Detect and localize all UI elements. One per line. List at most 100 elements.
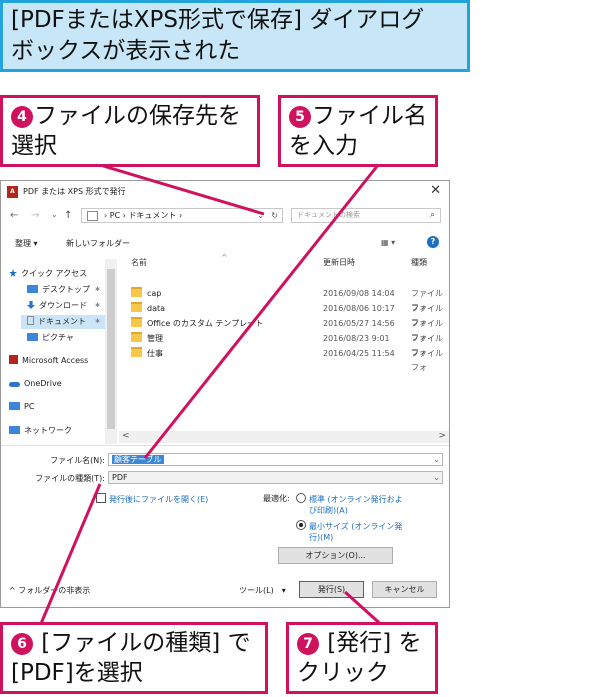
up-arrow-icon[interactable]: ↑ [64, 210, 72, 221]
checkbox[interactable] [96, 493, 106, 503]
pictures-icon [27, 333, 38, 341]
nav-documents[interactable]: ドキュメント ✱ [21, 315, 109, 329]
filename-input[interactable]: 顧客テーブル ⌄ [108, 453, 443, 466]
optimize-standard-radio[interactable]: 標準 (オンライン発行およ び印刷)(A) [296, 493, 403, 516]
chevron-down-icon[interactable]: ⌄ [433, 472, 440, 483]
help-icon[interactable]: ? [427, 236, 439, 248]
callout-top-line1: [PDFまたはXPS形式で保存] ダイアログ [11, 7, 425, 33]
open-after-label: 発行後にファイルを開く(E) [109, 495, 209, 504]
view-options-icon[interactable]: ▦ ▾ [381, 238, 395, 247]
address-path: › PC › ドキュメント › [104, 211, 183, 220]
dialog-title: PDF または XPS 形式で発行 [23, 187, 126, 196]
folder-icon [131, 347, 142, 357]
file-row[interactable]: data 2016/08/06 10:17 ファイル フォ [131, 302, 449, 327]
file-name: data [147, 304, 166, 313]
step-7-badge: 7 [297, 633, 319, 655]
refresh-icon[interactable]: ↻ [271, 209, 278, 222]
scroll-right-icon[interactable]: > [438, 431, 446, 441]
column-date[interactable]: 更新日時 [323, 257, 355, 268]
folder-icon [131, 332, 142, 342]
opt-standard-line1: 標準 (オンライン発行およ [309, 495, 403, 504]
file-row[interactable]: 仕事 2016/04/25 11:54 ファイル フォ [131, 347, 449, 372]
close-icon[interactable]: ✕ [430, 183, 441, 198]
access-app-icon: A [7, 186, 18, 198]
callout-7: 7 [発行] を クリック [286, 622, 438, 694]
pc-icon [9, 402, 20, 410]
sort-indicator-icon: ^ [221, 253, 228, 262]
step-4-badge: 4 [11, 106, 33, 128]
hide-folders-toggle[interactable]: ^ フォルダーの非表示 [9, 585, 90, 596]
file-date: 2016/04/25 11:54 [323, 349, 395, 358]
nav-onedrive[interactable]: OneDrive [9, 377, 62, 391]
options-button[interactable]: オプション(O)... [278, 547, 393, 564]
radio-button-selected[interactable] [296, 520, 306, 530]
file-row[interactable]: Office のカスタム テンプレート 2016/05/27 14:56 ファイル … [131, 317, 449, 342]
file-name: 管理 [147, 334, 163, 343]
nav-network[interactable]: ネットワーク [9, 424, 72, 438]
address-row: ← → ⌄ ↑ › PC › ドキュメント › ⌄ ↻ ドキュメントの検索 ⌕ [1, 206, 449, 228]
address-dropdown-icon[interactable]: ⌄ [257, 209, 264, 222]
scroll-left-icon[interactable]: < [122, 431, 130, 441]
file-row[interactable]: cap 2016/09/08 14:04 ファイル フォ [131, 287, 449, 312]
documents-icon [27, 316, 34, 325]
file-name: cap [147, 289, 162, 298]
title-bar: A PDF または XPS 形式で発行 ✕ [1, 181, 449, 203]
search-input[interactable]: ドキュメントの検索 ⌕ [291, 208, 441, 223]
pin-icon: ✱ [95, 318, 101, 325]
filetype-select[interactable]: PDF ⌄ [108, 471, 443, 484]
optimize-label: 最適化: [263, 494, 290, 503]
recent-locations-icon[interactable]: ⌄ [51, 210, 58, 219]
column-type[interactable]: 種類 [411, 257, 427, 268]
back-arrow-icon[interactable]: ← [10, 210, 18, 221]
file-date: 2016/08/23 9:01 [323, 334, 390, 343]
filename-value: 顧客テーブル [112, 455, 164, 464]
file-date: 2016/08/06 10:17 [323, 304, 395, 313]
folder-icon [131, 287, 142, 297]
nav-label: ピクチャ [42, 333, 74, 342]
publish-button[interactable]: 発行(S) [299, 581, 364, 598]
folder-icon [131, 302, 142, 312]
navigation-pane: クイック アクセス デスクトップ ✱ ダウンロード ✱ ドキュメント ✱ ピクチャ M… [1, 259, 118, 444]
nav-desktop[interactable]: デスクトップ ✱ [27, 283, 100, 297]
tools-menu[interactable]: ツール(L) ▾ [239, 585, 286, 596]
radio-button[interactable] [296, 493, 306, 503]
callout-5-line2: を入力 [289, 133, 358, 159]
filetype-value: PDF [112, 473, 128, 482]
file-date: 2016/05/27 14:56 [323, 319, 395, 328]
file-list-scrollbar[interactable]: < > [119, 431, 449, 443]
nav-label: クイック アクセス [21, 269, 88, 278]
nav-pc[interactable]: PC [9, 400, 34, 414]
access-icon [9, 355, 18, 364]
optimize-minimum-radio[interactable]: 最小サイズ (オンライン発 行)(M) [296, 520, 402, 543]
dialog-shown-callout: [PDFまたはXPS形式で保存] ダイアログ ボックスが表示された [0, 0, 470, 72]
cancel-button[interactable]: キャンセル [372, 581, 437, 598]
nav-scrollbar[interactable] [105, 259, 117, 444]
nav-scroll-thumb[interactable] [107, 269, 115, 429]
onedrive-icon [9, 382, 20, 387]
nav-pictures[interactable]: ピクチャ [27, 331, 74, 345]
chevron-down-icon[interactable]: ⌄ [433, 454, 440, 465]
address-bar[interactable]: › PC › ドキュメント › ⌄ ↻ [81, 208, 283, 223]
callout-5-line1: ファイル名 [312, 103, 427, 129]
forward-arrow-icon[interactable]: → [31, 210, 39, 221]
open-after-publish-checkbox[interactable]: 発行後にファイルを開く(E) [96, 493, 208, 505]
nav-downloads[interactable]: ダウンロード ✱ [27, 299, 100, 313]
opt-standard-line2: び印刷)(A) [309, 506, 348, 515]
nav-label: ドキュメント [38, 317, 86, 326]
new-folder-button[interactable]: 新しいフォルダー [66, 238, 130, 249]
file-type: ファイル フォ [411, 349, 443, 372]
nav-quick-access[interactable]: クイック アクセス [9, 267, 87, 281]
column-name[interactable]: 名前 [131, 257, 147, 268]
callout-5: 5 ファイル名 を入力 [278, 95, 438, 167]
step-5-badge: 5 [289, 106, 311, 128]
file-list: 名前 ^ 更新日時 種類 cap 2016/09/08 14:04 ファイル フォ … [121, 251, 449, 444]
callout-4-line2: 選択 [11, 133, 57, 159]
file-row[interactable]: 管理 2016/08/23 9:01 ファイル フォ [131, 332, 449, 357]
nav-microsoft-access[interactable]: Microsoft Access [9, 354, 88, 368]
opt-minimum-line1: 最小サイズ (オンライン発 [309, 522, 403, 531]
pc-icon [87, 211, 98, 221]
callout-7-line2: クリック [297, 660, 389, 686]
organize-button[interactable]: 整理 ▾ [15, 238, 38, 249]
opt-minimum-line2: 行)(M) [309, 533, 334, 542]
filetype-label: ファイルの種類(T): [35, 474, 105, 483]
